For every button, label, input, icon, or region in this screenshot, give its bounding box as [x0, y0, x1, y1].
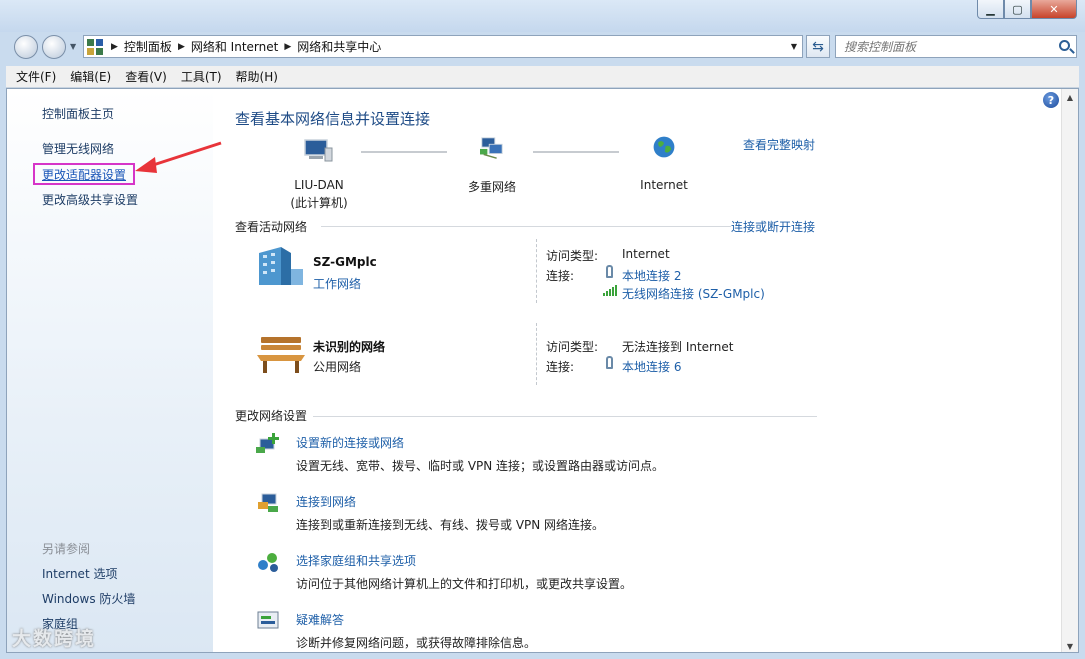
node-internet: Internet — [629, 178, 699, 192]
help-icon: ? — [1047, 93, 1055, 107]
computer-icon — [304, 139, 333, 162]
menu-tools[interactable]: 工具(T) — [181, 68, 222, 85]
help-button[interactable]: ? — [1043, 92, 1059, 108]
network-divider — [536, 323, 537, 385]
globe-icon — [653, 136, 675, 158]
network-name: 未识别的网络 — [313, 340, 386, 354]
back-button[interactable] — [14, 35, 38, 59]
sidebar-link-windows-firewall[interactable]: Windows 防火墙 — [42, 590, 135, 607]
sidebar-link-change-adapter-settings[interactable]: 更改适配器设置 — [42, 166, 126, 183]
task-description: 访问位于其他网络计算机上的文件和打印机，或更改共享设置。 — [296, 577, 633, 591]
watermark: 大数跨境 — [12, 628, 97, 650]
wireless-signal-icon — [603, 285, 617, 296]
breadcrumb-separator-icon: ▶ — [177, 41, 185, 52]
recent-pages-chevron-icon[interactable]: ▼ — [70, 42, 76, 51]
search-icon[interactable] — [1059, 40, 1070, 51]
task-link-homegroup[interactable]: 选择家庭组和共享选项 — [296, 552, 416, 569]
see-also-heading: 另请参阅 — [42, 542, 91, 556]
scroll-up-icon[interactable]: ▲ — [1062, 89, 1078, 105]
address-bar[interactable]: ▶ 控制面板 ▶ 网络和 Internet ▶ 网络和共享中心 ▼ — [83, 35, 803, 58]
content-area: 控制面板主页 管理无线网络 更改适配器设置 更改高级共享设置 另请参阅 Inte… — [6, 88, 1079, 653]
node-this-computer: LIU-DAN (此计算机) — [285, 178, 353, 211]
access-type-label: 访问类型: — [546, 340, 599, 354]
breadcrumb-network-internet[interactable]: ▶ 网络和 Internet — [172, 38, 278, 55]
node-label: 多重网络 — [467, 180, 516, 194]
connection-link-local-6[interactable]: 本地连接 6 — [622, 358, 681, 375]
sidebar-link-control-panel-home[interactable]: 控制面板主页 — [42, 105, 114, 122]
node-multiple-networks: 多重网络 — [457, 178, 527, 195]
network-divider — [536, 239, 537, 303]
section-divider — [321, 226, 731, 227]
minimize-button[interactable]: ▁ — [977, 0, 1004, 19]
refresh-button[interactable]: ⇆ — [806, 35, 830, 58]
connect-network-icon — [258, 493, 278, 512]
address-dropdown-icon[interactable]: ▼ — [786, 42, 802, 51]
menu-edit[interactable]: 编辑(E) — [70, 68, 111, 85]
task-description: 设置无线、宽带、拨号、临时或 VPN 连接；或设置路由器或访问点。 — [296, 459, 665, 473]
change-settings-heading: 更改网络设置 — [235, 409, 308, 423]
menu-file[interactable]: 文件(F) — [16, 68, 56, 85]
connections-label: 连接: — [546, 269, 575, 283]
page-title: 查看基本网络信息并设置连接 — [235, 110, 431, 128]
task-link-setup-connection[interactable]: 设置新的连接或网络 — [296, 434, 404, 451]
navigation-bar: ▼ ▶ 控制面板 ▶ 网络和 Internet ▶ 网络和共享中心 ▼ ⇆ — [0, 32, 1085, 62]
sidebar-link-internet-options[interactable]: Internet 选项 — [42, 565, 117, 582]
homegroup-icon — [258, 553, 278, 572]
forward-button[interactable] — [42, 35, 66, 59]
breadcrumb-control-panel[interactable]: ▶ 控制面板 — [105, 38, 172, 55]
work-network-icon — [259, 247, 303, 285]
sidebar-link-manage-wireless[interactable]: 管理无线网络 — [42, 140, 114, 157]
breadcrumb-separator-icon: ▶ — [284, 41, 292, 52]
new-connection-icon — [256, 433, 279, 453]
map-connector-line — [361, 151, 447, 153]
annotation-arrow-icon — [135, 141, 222, 173]
refresh-icon: ⇆ — [812, 38, 824, 55]
minimize-icon: ▁ — [986, 2, 995, 16]
connections-label: 连接: — [546, 360, 575, 374]
menu-help[interactable]: 帮助(H) — [236, 68, 278, 85]
troubleshoot-icon — [257, 611, 279, 629]
node-label: LIU-DAN — [294, 178, 344, 192]
node-sublabel: (此计算机) — [290, 196, 348, 210]
window-controls: ▁ ▢ ✕ — [977, 0, 1077, 19]
access-type-value: 无法连接到 Internet — [622, 340, 734, 354]
access-type-label: 访问类型: — [546, 249, 599, 263]
task-description: 诊断并修复网络问题，或获得故障排除信息。 — [296, 636, 537, 650]
close-icon: ✕ — [1049, 2, 1059, 16]
breadcrumb-network-sharing-center[interactable]: ▶ 网络和共享中心 — [278, 38, 381, 55]
sidebar-link-advanced-sharing[interactable]: 更改高级共享设置 — [42, 191, 138, 208]
multiple-networks-icon — [480, 137, 503, 159]
connect-disconnect-link[interactable]: 连接或断开连接 — [731, 218, 815, 235]
ethernet-icon — [606, 356, 613, 369]
section-divider — [313, 416, 817, 417]
public-network-bench-icon — [257, 337, 305, 373]
view-full-map-link[interactable]: 查看完整映射 — [743, 136, 815, 153]
connection-link-wireless[interactable]: 无线网络连接 (SZ-GMplc) — [622, 285, 765, 302]
node-label: Internet — [640, 178, 688, 192]
scroll-down-icon[interactable]: ▼ — [1062, 638, 1078, 652]
network-type-link[interactable]: 工作网络 — [313, 275, 361, 292]
active-networks-heading: 查看活动网络 — [235, 220, 308, 234]
connection-link-local-2[interactable]: 本地连接 2 — [622, 267, 681, 284]
menu-view[interactable]: 查看(V) — [125, 68, 167, 85]
task-link-connect-network[interactable]: 连接到网络 — [296, 493, 356, 510]
network-name: SZ-GMplc — [313, 255, 377, 269]
network-type: 公用网络 — [313, 360, 362, 374]
maximize-icon: ▢ — [1012, 2, 1023, 16]
access-type-value: Internet — [622, 247, 670, 261]
menu-bar: 文件(F) 编辑(E) 查看(V) 工具(T) 帮助(H) — [6, 66, 1079, 88]
task-link-troubleshoot[interactable]: 疑难解答 — [296, 611, 344, 628]
vertical-scrollbar[interactable]: ▲ ▼ — [1061, 89, 1078, 652]
maximize-button[interactable]: ▢ — [1004, 0, 1031, 19]
search-input[interactable] — [844, 39, 1044, 54]
close-button[interactable]: ✕ — [1031, 0, 1077, 19]
main-panel: 查看基本网络信息并设置连接 查看完整映射 LIU-DAN (此计算机) 多重网络 — [213, 89, 1078, 652]
title-bar: ▁ ▢ ✕ — [0, 0, 1085, 32]
map-connector-line — [533, 151, 619, 153]
control-panel-icon — [87, 38, 105, 55]
ethernet-icon — [606, 265, 613, 278]
task-description: 连接到或重新连接到无线、有线、拨号或 VPN 网络连接。 — [296, 518, 605, 532]
breadcrumb-separator-icon: ▶ — [111, 41, 118, 52]
search-box[interactable] — [835, 35, 1077, 58]
